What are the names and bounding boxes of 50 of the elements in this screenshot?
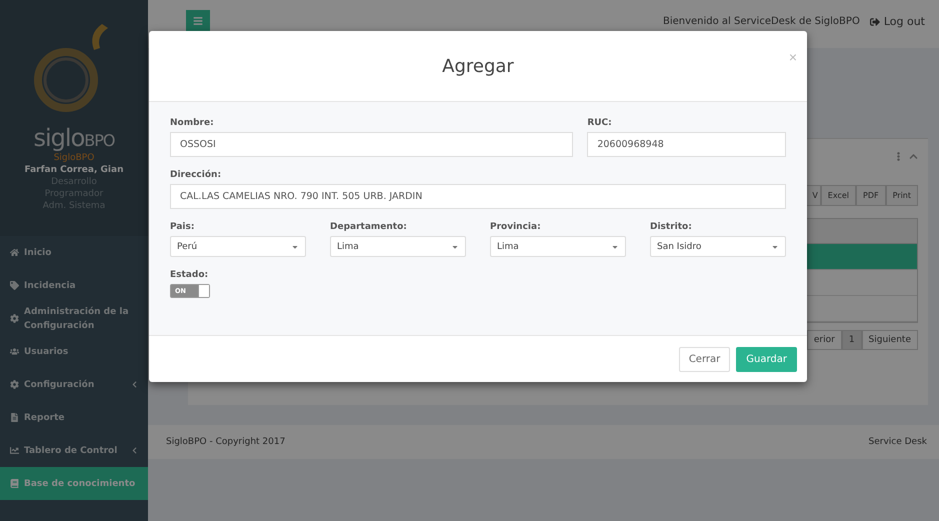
text-field[interactable]: CAL.LAS CAMELIAS NRO. 790 INT. 505 URB. JARDIN bbox=[170, 184, 786, 209]
copyright-text: SigloBPO - Copyright 2017 bbox=[166, 437, 286, 447]
field-label: Departamento: bbox=[330, 222, 408, 232]
sidebar-item[interactable]: Administración de la Configuración bbox=[0, 302, 148, 335]
select-field[interactable]: San Isidro bbox=[650, 236, 786, 257]
document-icon bbox=[10, 413, 19, 422]
export-button[interactable]: Excel bbox=[820, 185, 856, 206]
field-label: Dirección: bbox=[170, 170, 222, 180]
user-name: Farfan Correa, Gian bbox=[24, 164, 124, 176]
field-label: Nombre: bbox=[170, 118, 215, 128]
field-label: Estado: bbox=[170, 270, 210, 280]
text-field[interactable]: 20600968948 bbox=[587, 132, 786, 157]
sidebar-item[interactable]: Reporte bbox=[0, 401, 148, 434]
field-label: Distrito: bbox=[650, 222, 693, 232]
product-name: Service Desk bbox=[868, 437, 927, 447]
cancel-button[interactable]: Cerrar bbox=[678, 346, 730, 372]
field-label: Pais: bbox=[170, 222, 196, 232]
company-name: SigloBPO bbox=[54, 152, 94, 164]
text-field[interactable]: OSSOSI bbox=[170, 132, 574, 157]
welcome-text: Bienvenido al ServiceDesk de SigloBPO bbox=[662, 15, 860, 27]
home-icon bbox=[10, 248, 19, 257]
select-field[interactable]: Perú bbox=[170, 236, 306, 257]
sidebar-item[interactable]: Configuración bbox=[0, 368, 148, 401]
save-button[interactable]: Guardar bbox=[736, 346, 797, 372]
line-chart-icon bbox=[10, 446, 19, 455]
pagination-button[interactable]: erior bbox=[806, 330, 842, 350]
select-field[interactable]: Lima bbox=[490, 236, 626, 257]
sidebar-item[interactable]: Usuarios bbox=[0, 335, 148, 368]
field-label: Provincia: bbox=[490, 222, 542, 232]
export-button[interactable]: Print bbox=[886, 185, 918, 206]
select-field[interactable]: Lima bbox=[330, 236, 466, 257]
logout-link[interactable]: Log out bbox=[870, 10, 925, 28]
sidebar-item[interactable]: Incidencia bbox=[0, 269, 148, 302]
menu-icon bbox=[193, 16, 203, 26]
logout-icon bbox=[870, 16, 880, 26]
field-label: RUC: bbox=[587, 118, 613, 128]
sidebar-item[interactable]: Inicio bbox=[0, 236, 148, 269]
logo-text: sigloBPO bbox=[34, 124, 114, 152]
gear-icon bbox=[10, 380, 19, 389]
sidebar-item[interactable]: Tablero de Control bbox=[0, 434, 148, 467]
modal-title: Agregar bbox=[442, 56, 514, 76]
pagination-button[interactable]: 1 bbox=[842, 330, 862, 350]
gear-icon bbox=[10, 314, 19, 323]
book-icon bbox=[10, 479, 19, 488]
tag-icon bbox=[10, 281, 19, 290]
pagination-button[interactable]: Siguiente bbox=[862, 330, 918, 350]
users-icon bbox=[10, 347, 19, 356]
export-button[interactable]: PDF bbox=[856, 185, 886, 206]
menu-button[interactable] bbox=[186, 10, 210, 32]
collapse-icon[interactable] bbox=[909, 152, 918, 160]
